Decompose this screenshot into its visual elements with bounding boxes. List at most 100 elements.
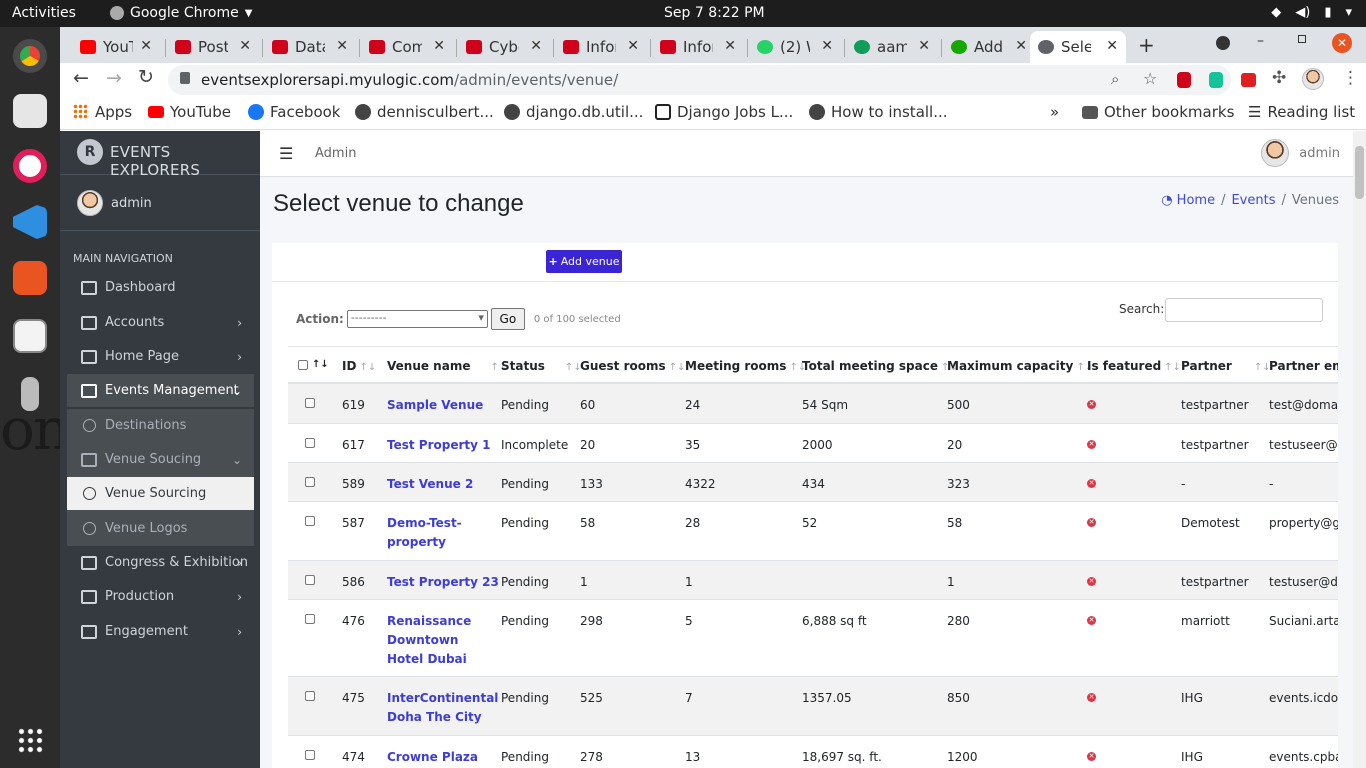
- tab[interactable]: (2) W✕: [749, 31, 841, 63]
- bookmarks-overflow-button[interactable]: »: [1050, 103, 1059, 121]
- close-icon[interactable]: ✕: [918, 38, 930, 54]
- extension-adblock-icon[interactable]: [1177, 72, 1191, 88]
- text-editor-icon[interactable]: [13, 319, 47, 353]
- venue-link[interactable]: InterContinental Doha The City: [387, 689, 498, 727]
- sidebar-item-venue-sourcing[interactable]: Venue Sourcing: [67, 477, 254, 510]
- scrollbar-thumb[interactable]: [1355, 146, 1364, 199]
- slack-icon[interactable]: [13, 149, 47, 183]
- close-icon[interactable]: ✕: [239, 38, 251, 54]
- row-checkbox[interactable]: [305, 477, 315, 487]
- sidebar-item-events-management[interactable]: Events Management ⌄: [67, 374, 254, 407]
- venue-link[interactable]: Crowne Plaza: [387, 748, 478, 767]
- sort-toggle-icon[interactable]: ↑↓: [312, 359, 329, 370]
- activities-button[interactable]: Activities: [12, 5, 76, 21]
- venue-link[interactable]: Sample Venue: [387, 396, 483, 415]
- bookmark-star-icon[interactable]: ☆: [1143, 69, 1157, 88]
- venue-link[interactable]: Test Property 23: [387, 573, 499, 592]
- row-checkbox[interactable]: [305, 398, 315, 408]
- close-icon[interactable]: ✕: [140, 38, 152, 54]
- tab[interactable]: Post ✕: [167, 31, 259, 63]
- sidebar-item-dashboard[interactable]: Dashboard: [67, 271, 254, 304]
- show-apps-icon[interactable]: [17, 727, 43, 753]
- other-bookmarks[interactable]: Other bookmarks: [1082, 103, 1234, 121]
- venue-link[interactable]: Test Venue 2: [387, 475, 473, 494]
- close-icon[interactable]: ✕: [724, 38, 736, 54]
- back-icon[interactable]: ←: [73, 67, 89, 89]
- reading-list[interactable]: ☰ Reading list: [1248, 103, 1355, 121]
- extension-grammarly-icon[interactable]: [1209, 72, 1223, 88]
- extension-video-icon[interactable]: [1241, 73, 1256, 87]
- select-all-checkbox[interactable]: [298, 360, 308, 370]
- sidebar-item-destinations[interactable]: Destinations: [67, 409, 254, 442]
- close-window-icon[interactable]: ✕: [1332, 33, 1352, 53]
- navbar-admin-link[interactable]: Admin: [315, 146, 356, 161]
- column-header-status[interactable]: Status ↑↓: [501, 359, 582, 373]
- row-checkbox[interactable]: [305, 575, 315, 585]
- sidebar-item-venue-logos[interactable]: Venue Logos: [67, 512, 254, 545]
- column-header-meeting-rooms[interactable]: Meeting rooms ↑↓: [685, 359, 806, 373]
- bookmark-github[interactable]: dennisculbert...: [355, 103, 494, 121]
- tab[interactable]: Add ✕: [943, 31, 1035, 63]
- tab[interactable]: aami✕: [846, 31, 938, 63]
- maximize-icon[interactable]: [1298, 35, 1306, 43]
- column-header-maximum-capacity[interactable]: Maximum capacity ↑↓: [947, 359, 1093, 373]
- minimize-icon[interactable]: –: [1257, 33, 1264, 49]
- search-input[interactable]: [1165, 298, 1323, 322]
- column-header-venue-name[interactable]: Venue name ↑↓: [387, 359, 507, 373]
- tab[interactable]: Data✕: [264, 31, 356, 63]
- system-tray[interactable]: ◆ ◀) ▮ ▾: [1271, 5, 1352, 20]
- reload-icon[interactable]: ↻: [138, 66, 154, 88]
- row-checkbox[interactable]: [305, 691, 315, 701]
- breadcrumb-events[interactable]: Events: [1231, 193, 1275, 208]
- sidebar-user-panel[interactable]: admin: [60, 175, 260, 231]
- profile-avatar[interactable]: [1302, 68, 1324, 90]
- navbar-username[interactable]: admin: [1299, 146, 1340, 161]
- close-icon[interactable]: ✕: [627, 38, 639, 54]
- files-icon[interactable]: [13, 94, 47, 128]
- sidebar-item-accounts[interactable]: Accounts ›: [67, 306, 254, 339]
- column-header-partner[interactable]: Partner ↑↓: [1181, 359, 1271, 373]
- vscode-icon[interactable]: [13, 205, 47, 239]
- bookmark-how-to-install[interactable]: How to install...: [809, 103, 948, 121]
- venue-link[interactable]: Test Property 1: [387, 436, 490, 455]
- breadcrumb-home[interactable]: ◔ Home: [1161, 193, 1215, 208]
- close-icon[interactable]: ✕: [821, 38, 833, 54]
- clock[interactable]: Sep 7 8:22 PM: [664, 5, 765, 21]
- row-checkbox[interactable]: [305, 438, 315, 448]
- chrome-menu-icon[interactable]: ⋮: [1342, 68, 1359, 88]
- brand-link[interactable]: R EVENTS EXPLORERS: [60, 131, 260, 179]
- address-bar[interactable]: eventsexplorersapi.myulogic.com/admin/ev…: [168, 65, 1231, 95]
- row-checkbox[interactable]: [305, 614, 315, 624]
- avatar[interactable]: [1261, 139, 1289, 167]
- add-venue-button[interactable]: + Add venue: [546, 250, 622, 273]
- tab-active[interactable]: Selec✕: [1030, 31, 1126, 63]
- column-header-is-featured[interactable]: Is featured ↑↓: [1087, 359, 1181, 373]
- row-checkbox[interactable]: [305, 516, 315, 526]
- tab[interactable]: Cybe✕: [458, 31, 550, 63]
- new-tab-icon[interactable]: +: [1138, 33, 1155, 57]
- close-icon[interactable]: ✕: [1106, 38, 1118, 54]
- software-center-icon[interactable]: [13, 261, 47, 295]
- close-icon[interactable]: ✕: [1015, 38, 1027, 54]
- row-checkbox[interactable]: [305, 750, 315, 760]
- bookmark-django-jobs[interactable]: Django Jobs L...: [655, 103, 793, 121]
- bookmark-django-db[interactable]: django.db.util...: [504, 103, 643, 121]
- close-icon[interactable]: ✕: [433, 38, 445, 54]
- chrome-icon[interactable]: [13, 39, 47, 73]
- column-header-total-meeting-space[interactable]: Total meeting space ↑↓: [802, 359, 958, 373]
- extensions-puzzle-icon[interactable]: ✣: [1272, 68, 1286, 88]
- page-scrollbar[interactable]: [1353, 131, 1366, 768]
- tab[interactable]: YouT✕: [72, 31, 160, 63]
- venue-link[interactable]: Demo-Test-property: [387, 514, 465, 552]
- venue-link[interactable]: Renaissance Downtown Hotel Dubai: [387, 612, 471, 669]
- column-header-guest-rooms[interactable]: Guest rooms ↑↓: [580, 359, 685, 373]
- sidebar-item-engagement[interactable]: Engagement ›: [67, 615, 254, 648]
- zoom-icon[interactable]: ⌕: [1111, 70, 1119, 88]
- close-icon[interactable]: ✕: [336, 38, 348, 54]
- tab[interactable]: Com ✕: [361, 31, 453, 63]
- sidebar-item-production[interactable]: Production ›: [67, 580, 254, 613]
- bookmark-apps[interactable]: Apps: [73, 103, 132, 121]
- column-header-partner-email[interactable]: Partner ema: [1269, 359, 1338, 373]
- forward-icon[interactable]: →: [106, 67, 122, 89]
- tab[interactable]: Infor✕: [652, 31, 744, 63]
